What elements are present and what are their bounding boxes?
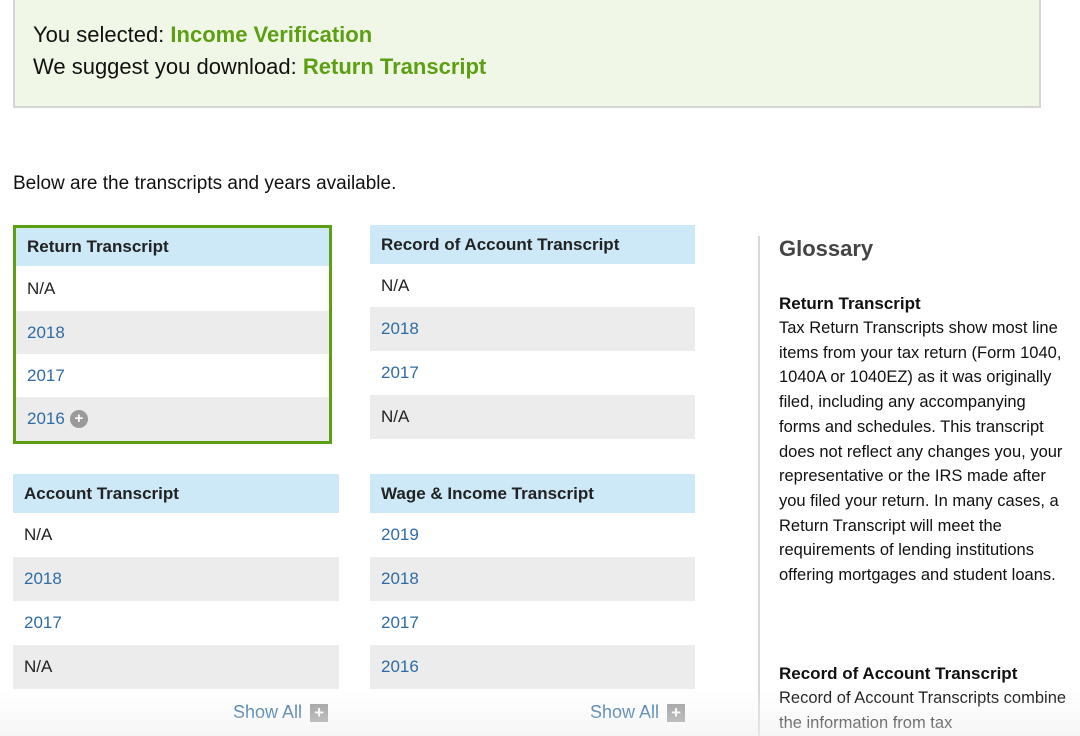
year-link-2017[interactable]: 2017 <box>13 601 339 645</box>
glossary-definition: Record of Account Transcripts combine th… <box>779 689 1067 732</box>
intro-text: Below are the transcripts and years avai… <box>13 173 397 194</box>
plus-square-icon: + <box>310 703 329 722</box>
year-row-na: N/A <box>13 645 339 689</box>
year-row-na: N/A <box>370 395 695 439</box>
card-header: Return Transcript <box>16 228 329 266</box>
card-header: Record of Account Transcript <box>370 225 695 264</box>
suggest-value: Return Transcript <box>302 54 487 79</box>
glossary-title: Glossary <box>779 236 874 261</box>
return-transcript-card: Return Transcript N/A 2018 2017 2016 + <box>13 225 332 444</box>
card-header: Account Transcript <box>13 474 339 513</box>
selected-line: You selected: Income Verification <box>33 22 372 48</box>
year-row-na: N/A <box>381 275 410 295</box>
show-all-button[interactable]: Show All + <box>590 702 686 723</box>
suggest-line: We suggest you download: Return Transcri… <box>33 54 486 80</box>
wage-income-transcript-card: Wage & Income Transcript 2019 2018 2017 … <box>370 474 695 689</box>
year-link-2016[interactable]: 2016 <box>370 645 695 689</box>
show-all-label: Show All <box>590 702 660 722</box>
card-header: Wage & Income Transcript <box>370 474 695 513</box>
year-link-2017[interactable]: 2017 <box>370 601 695 645</box>
plus-circle-icon[interactable]: + <box>69 410 88 428</box>
suggest-prefix: We suggest you download: <box>33 54 303 79</box>
show-all-button[interactable]: Show All + <box>233 702 329 723</box>
glossary-definition: Tax Return Transcripts show most line it… <box>779 319 1063 585</box>
glossary-term: Record of Account Transcript <box>779 664 1018 683</box>
account-transcript-card: Account Transcript N/A 2018 2017 N/A <box>13 474 339 689</box>
year-link-2016[interactable]: 2016 + <box>16 397 329 441</box>
selected-prefix: You selected: <box>33 22 171 47</box>
year-link-2017[interactable]: 2017 <box>16 354 329 397</box>
year-row-na: N/A <box>24 525 53 544</box>
year-link-2018[interactable]: 2018 <box>16 311 329 354</box>
glossary-panel: Glossary Return Transcript Tax Return Tr… <box>758 236 1080 736</box>
record-of-account-card: Record of Account Transcript N/A 2018 20… <box>370 225 695 439</box>
selected-value: Income Verification <box>170 22 373 47</box>
year-link-2019[interactable]: 2019 <box>370 513 695 557</box>
year-link-2017[interactable]: 2017 <box>370 351 695 395</box>
plus-square-icon: + <box>667 703 686 722</box>
year-link-2018[interactable]: 2018 <box>13 557 339 601</box>
year-label: 2016 <box>27 409 65 428</box>
selection-notice: You selected: Income Verification We sug… <box>13 0 1041 108</box>
glossary-term: Return Transcript <box>779 294 921 313</box>
year-link-2018[interactable]: 2018 <box>370 557 695 601</box>
year-row-na: N/A <box>27 278 56 298</box>
year-link-2018[interactable]: 2018 <box>370 307 695 351</box>
show-all-label: Show All <box>233 702 303 722</box>
